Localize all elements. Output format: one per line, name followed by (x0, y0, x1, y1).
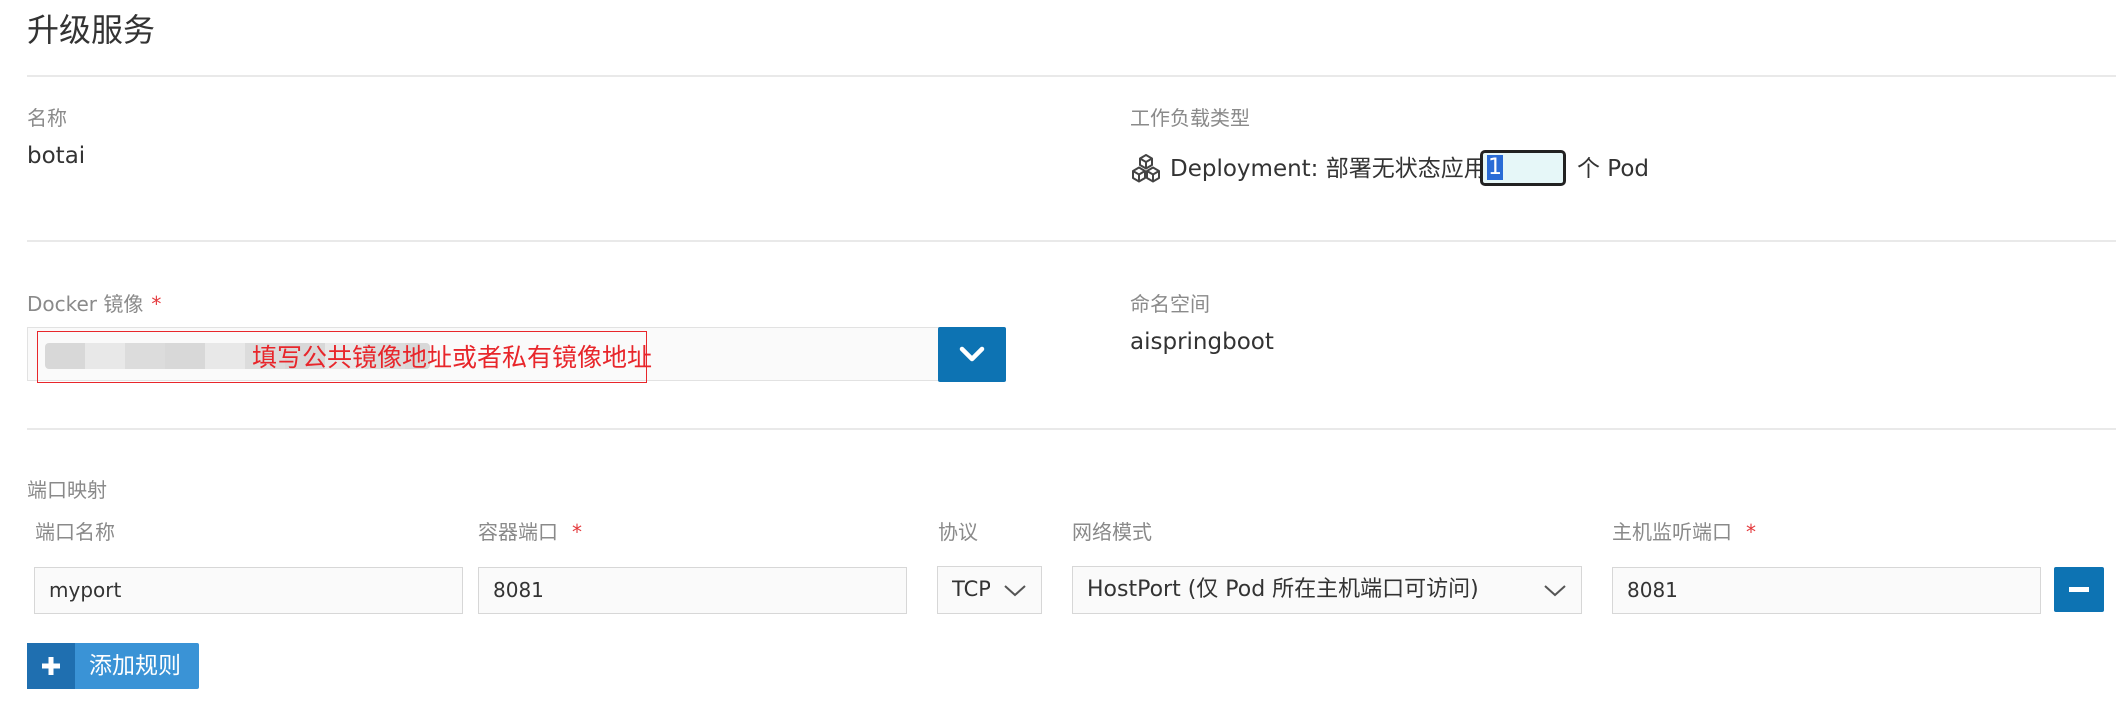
plus-icon (27, 643, 75, 689)
port-mapping-label: 端口映射 (27, 478, 107, 502)
cubes-icon (1130, 152, 1162, 188)
network-mode-header: 网络模式 (1072, 520, 1152, 544)
chevron-down-icon (959, 346, 985, 362)
divider (27, 75, 2116, 77)
image-dropdown-button[interactable] (938, 327, 1006, 382)
name-label: 名称 (27, 106, 67, 130)
container-port-input[interactable]: 8081 (478, 567, 907, 614)
divider (27, 240, 2116, 242)
annotation-text: 填写公共镜像地址或者私有镜像地址 (252, 343, 653, 372)
docker-image-label: Docker 镜像 * (27, 292, 162, 316)
page-title: 升级服务 (27, 11, 156, 49)
pod-suffix: 个 Pod (1577, 156, 1650, 182)
add-rule-button[interactable]: 添加规则 (27, 643, 199, 689)
divider (27, 428, 2116, 430)
protocol-select[interactable]: TCP (937, 566, 1042, 614)
network-mode-select[interactable]: HostPort (仅 Pod 所在主机端口可访问) (1072, 566, 1582, 614)
chevron-down-icon (1004, 585, 1026, 597)
host-port-input[interactable]: 8081 (1612, 567, 2041, 614)
container-port-header: 容器端口 * (478, 520, 582, 544)
workload-type-text: Deployment: 部署无状态应用 (1170, 156, 1487, 182)
port-name-header: 端口名称 (35, 520, 115, 544)
pod-count-input[interactable]: 1 (1480, 150, 1566, 186)
remove-rule-button[interactable] (2054, 567, 2104, 612)
workload-type-label: 工作负载类型 (1130, 106, 1250, 130)
chevron-down-icon (1544, 585, 1566, 597)
namespace-value: aispringboot (1130, 329, 1274, 355)
protocol-value: TCP (952, 577, 990, 601)
add-rule-label: 添加规则 (89, 653, 181, 679)
network-mode-value: HostPort (仅 Pod 所在主机端口可访问) (1087, 577, 1479, 602)
host-port-header: 主机监听端口 * (1612, 520, 1756, 544)
namespace-label: 命名空间 (1130, 292, 1210, 316)
name-value: botai (27, 143, 86, 169)
port-name-input[interactable]: myport (34, 567, 463, 614)
pod-count-value: 1 (1487, 155, 1503, 180)
protocol-header: 协议 (938, 520, 978, 544)
minus-icon (2069, 587, 2089, 592)
